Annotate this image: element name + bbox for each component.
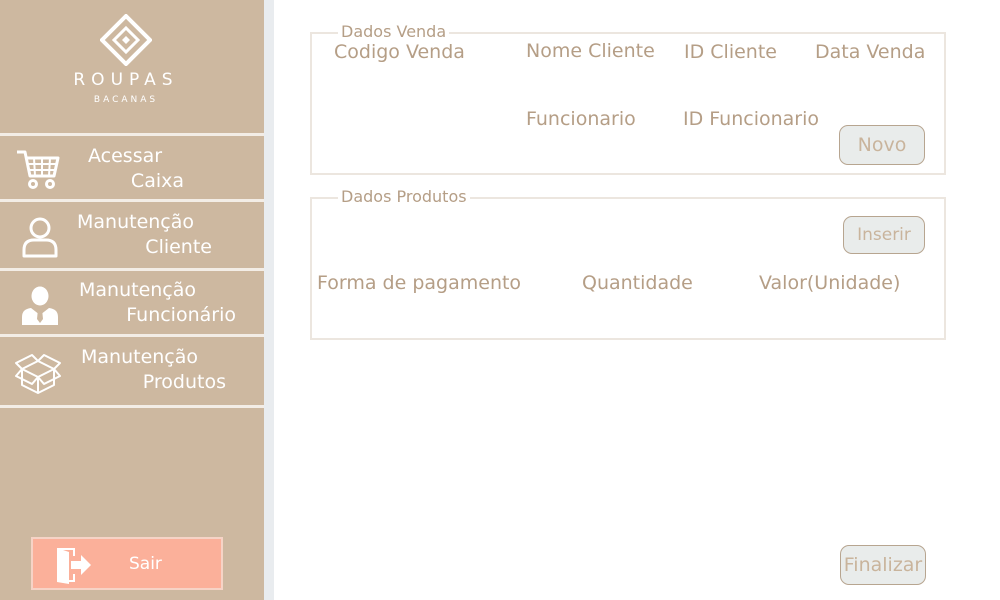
dados-produtos-legend: Dados Produtos: [338, 187, 470, 206]
sidebar-item-line2: Funcionário: [126, 304, 236, 326]
sidebar-item-line1: Manutenção: [79, 279, 197, 301]
logo-subtitle: BACANAS: [93, 95, 159, 105]
sidebar: ROUPAS BACANAS Acessar Caixa Manutenção …: [0, 0, 264, 600]
sidebar-item-label: Acessar Caixa: [88, 144, 184, 194]
dados-venda-legend: Dados Venda: [338, 22, 450, 41]
exit-door-icon: [57, 548, 91, 584]
box-icon: [15, 354, 61, 394]
novo-button[interactable]: Novo: [839, 125, 925, 165]
codigo-venda-label: Codigo Venda: [334, 41, 465, 63]
sidebar-item-line2: Cliente: [145, 236, 212, 258]
logo-title: ROUPAS: [73, 70, 179, 90]
forma-pagamento-label: Forma de pagamento: [317, 272, 522, 294]
sidebar-item-line1: Manutenção: [81, 346, 199, 368]
user-outline-icon: [22, 217, 58, 258]
sidebar-divider: [264, 0, 274, 600]
sidebar-item-acessar-caixa[interactable]: Acessar Caixa: [0, 136, 264, 199]
inserir-button[interactable]: Inserir: [843, 216, 925, 254]
exit-button[interactable]: Sair: [31, 537, 223, 590]
cart-icon: [17, 150, 60, 189]
data-venda-label: Data Venda: [815, 41, 926, 63]
sidebar-item-manutencao-funcionario[interactable]: Manutenção Funcionário: [0, 271, 264, 334]
logo-icon: [100, 14, 152, 66]
nome-cliente-label: Nome Cliente: [526, 40, 655, 62]
id-funcionario-label: ID Funcionario: [683, 108, 819, 130]
id-cliente-label: ID Cliente: [684, 41, 777, 63]
quantidade-label: Quantidade: [582, 272, 693, 294]
sidebar-item-line2: Produtos: [142, 371, 226, 393]
employee-icon: [22, 286, 58, 325]
finalizar-button[interactable]: Finalizar: [840, 545, 926, 585]
sidebar-item-line2: Caixa: [130, 170, 184, 192]
sidebar-item-line1: Acessar: [88, 145, 163, 167]
sidebar-item-label: Manutenção Funcionário: [79, 278, 236, 328]
nav-divider: [0, 405, 264, 408]
sidebar-item-manutencao-produtos[interactable]: Manutenção Produtos: [0, 337, 264, 405]
sidebar-item-label: Manutenção Produtos: [81, 345, 226, 395]
exit-button-label: Sair: [129, 554, 162, 574]
sidebar-item-line1: Manutenção: [77, 211, 195, 233]
funcionario-label: Funcionario: [526, 108, 636, 130]
sidebar-item-manutencao-cliente[interactable]: Manutenção Cliente: [0, 202, 264, 268]
sidebar-item-label: Manutenção Cliente: [77, 210, 212, 260]
valor-unidade-label: Valor(Unidade): [759, 272, 901, 294]
